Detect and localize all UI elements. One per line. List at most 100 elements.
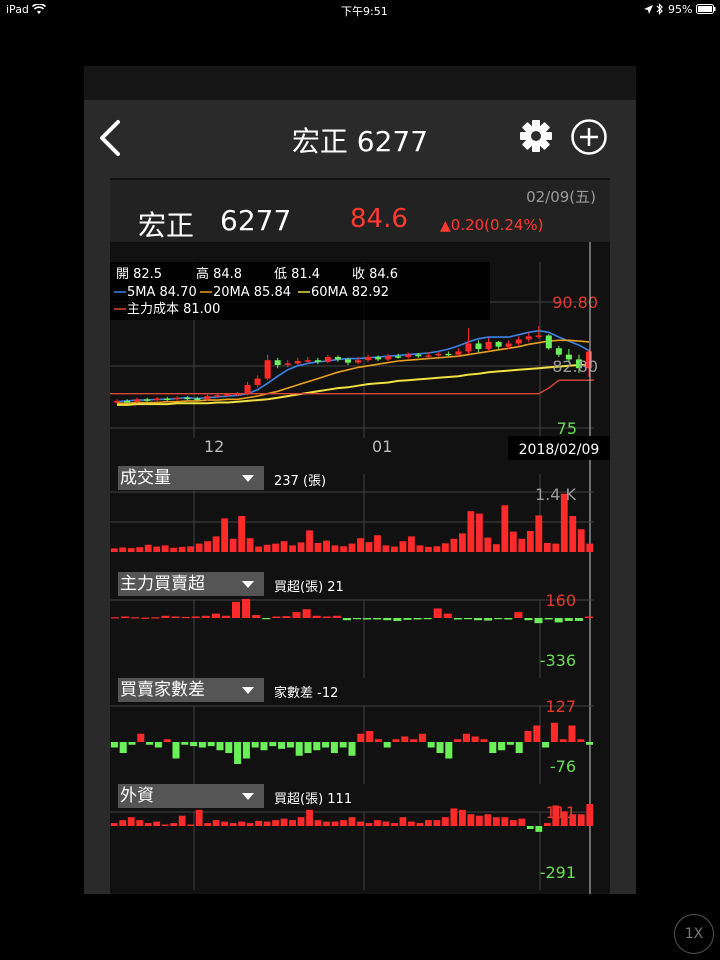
nav-header: 宏正 6277 — [84, 100, 636, 176]
indicator-bar — [234, 742, 242, 764]
candle-body — [254, 378, 261, 385]
indicator-bar — [401, 736, 409, 742]
indicator-bar — [312, 615, 321, 618]
indicator-bar — [382, 545, 390, 552]
price-change-value: 0.20(0.24%) — [450, 216, 544, 234]
candle-body — [365, 357, 372, 361]
price-change: ▲0.20(0.24%) — [440, 216, 544, 234]
indicator-bar — [423, 618, 432, 620]
indicator-bar — [577, 739, 585, 742]
indicator-bar — [569, 516, 577, 552]
indicator-bar — [518, 538, 526, 552]
indicator-bar — [163, 739, 171, 742]
indicator-bar — [110, 742, 118, 748]
location-icon — [644, 5, 653, 14]
indicator-bar — [146, 742, 154, 745]
indicator-bar — [263, 821, 271, 826]
zoom-level-button[interactable]: 1X — [674, 914, 714, 954]
candle-body — [445, 353, 452, 356]
indicator-bar — [131, 617, 140, 619]
indicator-bar — [471, 736, 479, 742]
stock-name: 宏正 — [138, 209, 195, 242]
indicator-select-broker-diff[interactable]: 買賣家數差 — [118, 678, 264, 702]
indicator-bar — [181, 742, 189, 745]
candle-body — [144, 399, 151, 401]
indicator-bar — [331, 821, 339, 826]
indicator-value: 買超(張) 111 — [274, 792, 353, 807]
indicator-bar — [212, 536, 220, 552]
indicator-bar — [280, 541, 288, 552]
indicator-bar — [297, 542, 305, 552]
candle-body — [485, 341, 492, 350]
indicator-bar — [314, 543, 322, 552]
indicator-select-main-force[interactable]: 主力買賣超 — [118, 572, 264, 596]
indicator-bar — [211, 613, 220, 618]
candle-body — [114, 400, 121, 403]
candle-body — [415, 354, 422, 357]
indicator-bar — [436, 742, 444, 753]
ohlc-low: 低 81.4 — [274, 267, 320, 282]
indicator-bar — [330, 742, 338, 753]
indicator-bar — [170, 823, 178, 826]
indicator-bar — [443, 613, 452, 618]
price-axis-mid: 82.80 — [552, 357, 598, 376]
indicator-select-label: 成交量 — [120, 468, 171, 488]
indicator-bar — [494, 618, 503, 620]
candle-body — [505, 343, 512, 347]
indicator-bar — [238, 516, 246, 552]
indicator-bar — [514, 612, 523, 618]
candle-body — [314, 360, 321, 362]
indicator-bar — [504, 618, 513, 620]
indicator-bar — [153, 821, 161, 826]
indicator-bar — [348, 543, 356, 552]
indicator-bar — [416, 545, 424, 552]
candle-body — [435, 353, 442, 356]
candle-body — [355, 360, 362, 363]
indicator-bar — [554, 618, 563, 623]
dropdown-arrow-icon — [242, 581, 254, 588]
indicator-bar — [586, 742, 594, 745]
candle-body — [425, 355, 432, 357]
indicator-bar — [262, 618, 271, 620]
indicator-value: 買超(張) 21 — [274, 580, 344, 595]
indicator-bar — [408, 536, 415, 552]
indicator-bar — [306, 809, 313, 826]
indicator-bar — [564, 618, 573, 621]
indicator-select-foreign[interactable]: 外資 — [118, 784, 264, 808]
indicator-bar — [151, 617, 160, 619]
indicator-bar — [425, 820, 432, 826]
indicator-bar — [278, 742, 286, 749]
candle-body — [465, 343, 472, 352]
candle-body — [264, 360, 271, 379]
indicator-bar — [550, 722, 558, 742]
indicator-select-volume[interactable]: 成交量 — [118, 466, 264, 490]
indicator-bar — [586, 543, 594, 552]
indicator-bar — [171, 616, 180, 618]
add-icon[interactable] — [570, 118, 608, 156]
indicator-bar — [178, 815, 186, 826]
indicator-bar — [111, 617, 120, 619]
indicator-bar — [207, 742, 215, 747]
indicator-bar — [110, 823, 118, 826]
battery-icon — [696, 4, 716, 14]
indicator-bar — [357, 538, 364, 552]
indicator-bar — [574, 618, 583, 621]
indicator-bar — [577, 529, 585, 552]
indicator-bar — [252, 615, 261, 618]
indicator-bar — [232, 601, 241, 618]
indicator-bar — [161, 824, 169, 826]
indicator-bar — [427, 742, 435, 748]
indicator-bar — [462, 733, 470, 742]
stock-code: 6277 — [220, 204, 292, 237]
indicator-bar — [366, 731, 374, 742]
gear-icon[interactable] — [518, 118, 554, 154]
indicator-axis-top: 127 — [545, 697, 576, 716]
indicator-bar — [509, 820, 517, 826]
indicator-bar — [272, 543, 279, 552]
top-bar — [84, 66, 636, 100]
indicator-axis-top: 160 — [545, 591, 576, 610]
indicator-bar — [391, 823, 398, 826]
candle-body — [284, 363, 291, 365]
indicator-bar — [221, 615, 230, 618]
indicator-bar — [204, 823, 212, 826]
